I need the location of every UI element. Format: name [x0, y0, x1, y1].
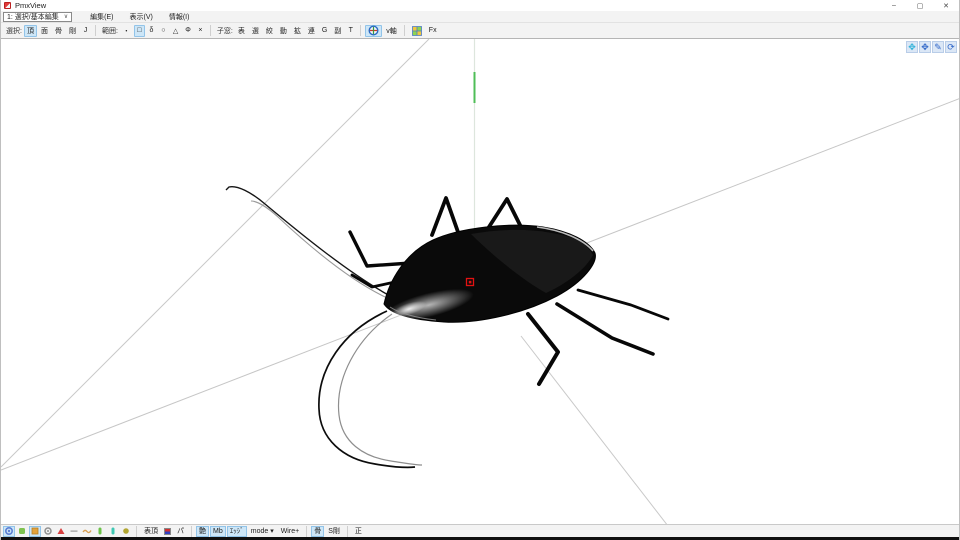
- scene-canvas: [1, 39, 959, 524]
- child-expand-button[interactable]: 拡: [291, 25, 304, 37]
- range-phi-button[interactable]: Φ: [182, 25, 194, 37]
- antenna-lower-gray: [337, 313, 423, 466]
- leg-front-left: [348, 230, 413, 268]
- leg-rear-1: [526, 312, 560, 386]
- child-link-button[interactable]: 連: [305, 25, 318, 37]
- cockroach-model: [225, 185, 670, 469]
- mode-dropdown[interactable]: mode ▾: [248, 526, 277, 537]
- range-rect-button[interactable]: □: [133, 24, 145, 37]
- joint-display-icon[interactable]: [55, 526, 67, 537]
- close-button[interactable]: ✕: [933, 0, 959, 11]
- separator: [306, 525, 308, 537]
- fx-button[interactable]: Fx: [426, 25, 440, 37]
- edge-toggle-button[interactable]: ｴｯｼﾞ: [226, 525, 247, 537]
- toolbar: 選択: 頂 面 骨 剛 J 範囲: ・ □ δ ○ △ Φ × 子窓: 表 選 …: [1, 23, 959, 38]
- range-point-button[interactable]: ・: [120, 25, 133, 37]
- separator: [136, 525, 137, 537]
- bone-display-icon[interactable]: [29, 525, 41, 537]
- child-motion-button[interactable]: 動: [277, 25, 290, 37]
- z-axis-line: [1, 39, 430, 468]
- leg-rear-2: [555, 302, 655, 356]
- separator: [94, 25, 96, 36]
- axis-sphere-icon[interactable]: [365, 24, 383, 37]
- bone-marker-dot: [468, 280, 472, 284]
- range-clear-button[interactable]: ×: [195, 25, 206, 37]
- select-face-button[interactable]: 面: [38, 25, 51, 37]
- window-controls: – ▢ ✕: [881, 0, 959, 11]
- leg-top-1: [430, 196, 460, 237]
- edit-mode-select[interactable]: 1: 選択/基本編集 ∨: [3, 11, 73, 22]
- antenna-upper-black: [225, 185, 393, 298]
- antenna-lower-black: [318, 310, 416, 469]
- select-joint-button[interactable]: J: [80, 25, 91, 37]
- menu-edit[interactable]: 編集(E): [82, 12, 121, 22]
- ortho-button[interactable]: 正: [352, 526, 365, 537]
- separator: [191, 525, 192, 537]
- show-front-button[interactable]: 表頂: [141, 526, 161, 537]
- vertex-color-swatch[interactable]: [164, 527, 171, 535]
- pan-view-icon[interactable]: ✥: [906, 41, 918, 53]
- vertex-display-icon[interactable]: [3, 525, 15, 537]
- rigid-display-icon[interactable]: [42, 526, 54, 537]
- separator: [209, 25, 211, 36]
- menu-view[interactable]: 表示(V): [121, 12, 160, 22]
- range-label: 範囲:: [101, 27, 118, 35]
- uv-grid-icon[interactable]: [409, 25, 425, 37]
- face-display-icon[interactable]: [16, 526, 28, 537]
- range-triangle-button[interactable]: △: [170, 25, 181, 37]
- mb-toggle-button[interactable]: Mb: [210, 525, 226, 537]
- restore-button[interactable]: ▢: [907, 0, 933, 11]
- sphere-olive-icon[interactable]: [120, 526, 132, 537]
- menu-info[interactable]: 情報(I): [161, 12, 198, 22]
- perspective-button[interactable]: パ: [174, 526, 187, 537]
- capsule-cyan-icon[interactable]: [107, 526, 119, 537]
- edit-mode-value: 1: 選択/基本編集: [7, 13, 59, 21]
- select-vertex-button[interactable]: 頂: [23, 24, 37, 37]
- view-nav-toolbar: ✥ ✥ ✎ ⟳: [906, 41, 957, 53]
- range-circle-button[interactable]: ○: [158, 25, 169, 37]
- select-bone-button[interactable]: 骨: [52, 25, 65, 37]
- capsule-green-icon[interactable]: [94, 526, 106, 537]
- child-sub-button[interactable]: 副: [331, 25, 344, 37]
- child-filter-button[interactable]: 絞: [263, 25, 276, 37]
- window-title: PmxView: [15, 1, 47, 10]
- s-rigid-button[interactable]: S剛: [325, 526, 343, 537]
- separator: [403, 25, 405, 36]
- gloss-toggle-button[interactable]: 艶: [196, 525, 209, 537]
- pmxview-window: PmxView – ▢ ✕ 1: 選択/基本編集 ∨ 編集(E) 表示(V) 情…: [0, 0, 960, 540]
- child-transform-button[interactable]: T: [345, 25, 356, 37]
- chevron-down-icon: ∨: [63, 14, 69, 20]
- separator: [346, 525, 348, 537]
- select-rigid-button[interactable]: 剛: [66, 25, 79, 37]
- bone-mode-button[interactable]: 骨: [311, 525, 325, 537]
- pen-tool-icon[interactable]: ✎: [932, 41, 944, 53]
- app-icon: [4, 2, 11, 9]
- minimize-button[interactable]: –: [881, 0, 907, 11]
- separator: [360, 25, 362, 36]
- bottom-bar: 表頂 パ 艶 Mb ｴｯｼﾞ mode ▾ Wire+ 骨 S剛 正: [1, 524, 959, 537]
- select-label: 選択:: [6, 27, 22, 35]
- child-show-button[interactable]: 表: [235, 25, 248, 37]
- curve-display-icon[interactable]: [81, 526, 93, 537]
- leg-rear-3: [576, 288, 670, 321]
- viewport-3d[interactable]: ✥ ✥ ✎ ⟳: [1, 38, 959, 524]
- child-g-button[interactable]: G: [319, 25, 330, 37]
- z-axis-line-lower: [520, 335, 668, 524]
- wire-dropdown[interactable]: Wire+: [278, 526, 302, 537]
- line-display-icon[interactable]: [68, 526, 80, 537]
- move-view-icon[interactable]: ✥: [919, 41, 931, 53]
- child-select-button[interactable]: 選: [249, 25, 262, 37]
- menubar: 1: 選択/基本編集 ∨ 編集(E) 表示(V) 情報(I): [1, 11, 959, 23]
- range-lasso-button[interactable]: δ: [146, 25, 157, 37]
- rotate-view-icon[interactable]: ⟳: [945, 41, 957, 53]
- child-window-label: 子窓:: [216, 27, 233, 35]
- v-axis-button[interactable]: v軸: [383, 25, 400, 37]
- titlebar: PmxView – ▢ ✕: [1, 0, 959, 11]
